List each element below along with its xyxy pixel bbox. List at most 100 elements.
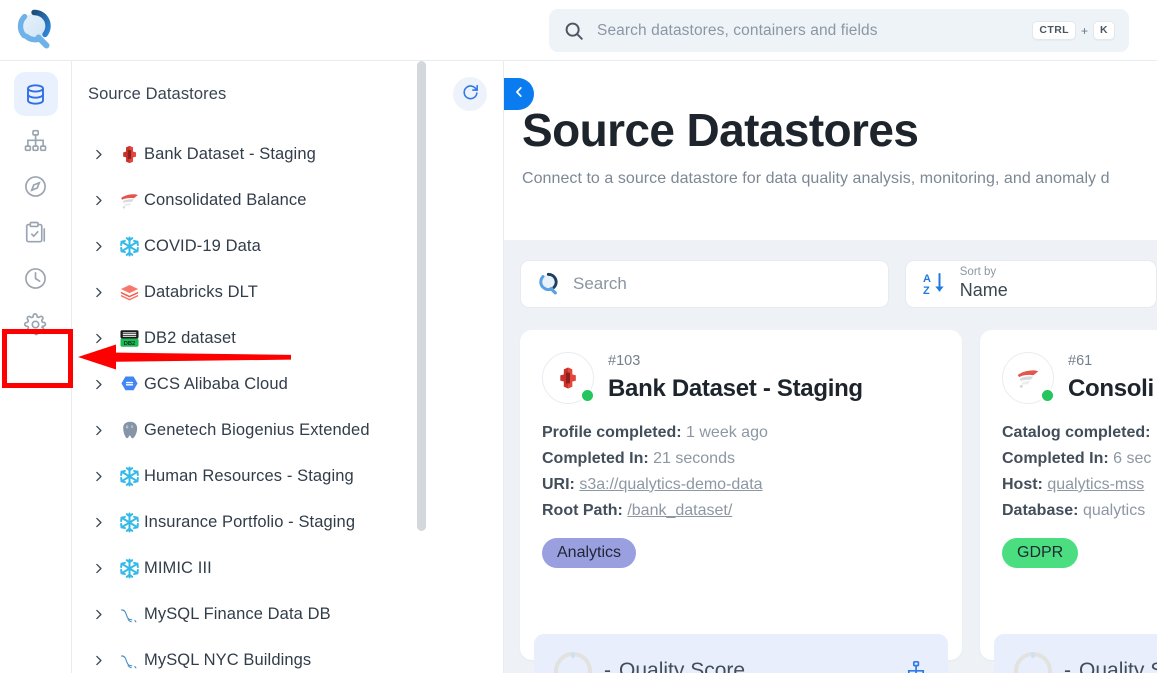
status-dot — [1040, 388, 1055, 403]
chevron-right-icon[interactable] — [92, 286, 114, 299]
meta-value: qualytics — [1082, 501, 1146, 519]
main-content: Source Datastores Connect to a source da… — [504, 61, 1157, 673]
card-meta-row: Root Path: /bank_dataset/ — [542, 498, 940, 524]
quality-score-bar[interactable]: - Quality S — [994, 634, 1157, 673]
tree-item-label: Databricks DLT — [144, 282, 258, 301]
tree-row[interactable]: COVID-19 Data — [72, 223, 503, 269]
tree-row[interactable]: MySQL NYC Buildings — [72, 637, 503, 673]
svg-text:Z: Z — [923, 285, 930, 297]
rail-item-containers[interactable] — [14, 118, 58, 162]
chevron-right-icon[interactable] — [92, 562, 114, 575]
chevron-right-icon[interactable] — [92, 654, 114, 667]
search-icon — [537, 271, 563, 297]
chevron-right-icon[interactable] — [92, 516, 114, 529]
databricks-icon — [114, 281, 144, 304]
tree-item-label: Bank Dataset - Staging — [144, 144, 316, 163]
meta-key: Host: — [1002, 475, 1043, 493]
card-tag[interactable]: GDPR — [1002, 537, 1079, 569]
tree-item-label: MySQL NYC Buildings — [144, 650, 312, 669]
refresh-icon — [461, 82, 480, 106]
chevron-right-icon[interactable] — [92, 194, 114, 207]
tree-header-actions — [453, 77, 487, 111]
tree-row[interactable]: Consolidated Balance — [72, 177, 503, 223]
rail-item-history[interactable] — [14, 256, 58, 300]
chevron-left-icon — [512, 85, 526, 104]
quality-score-bar[interactable]: - Quality Score — [534, 634, 948, 673]
sort-by-dropdown[interactable]: A Z Sort by Name — [904, 260, 1157, 308]
tree-row[interactable]: MIMIC III — [72, 545, 503, 591]
card-tag[interactable]: Analytics — [542, 537, 637, 569]
refresh-button[interactable] — [453, 77, 487, 111]
card-header: #61 Consoli — [1002, 352, 1157, 404]
meta-value-link[interactable]: /bank_dataset/ — [627, 502, 732, 519]
search-icon — [563, 20, 585, 42]
chevron-right-icon[interactable] — [92, 148, 114, 161]
tree-item-label: Genetech Biogenius Extended — [144, 420, 370, 439]
status-dot — [580, 388, 595, 403]
tree-row[interactable]: Genetech Biogenius Extended — [72, 407, 503, 453]
meta-key: URI: — [542, 475, 575, 493]
ibm-db2-icon: DB2 — [114, 327, 144, 350]
tree-row[interactable]: Databricks DLT — [72, 269, 503, 315]
meta-value: 21 seconds — [653, 449, 735, 467]
page-subtitle: Connect to a source datastore for data q… — [522, 170, 1110, 188]
main-header: Source Datastores Connect to a source da… — [504, 61, 1157, 239]
sort-value: Name — [959, 280, 1008, 301]
rail-item-settings[interactable] — [14, 302, 58, 346]
sort-caption: Sort by — [959, 266, 997, 279]
tree-row[interactable]: GCS Alibaba Cloud — [72, 361, 503, 407]
hierarchy-icon[interactable] — [904, 659, 928, 673]
key-k: K — [1093, 21, 1115, 40]
chevron-right-icon[interactable] — [92, 378, 114, 391]
snowflake-icon — [114, 557, 144, 580]
card-meta-row: URI: s3a://qualytics-demo-data — [542, 472, 940, 498]
card-name: Bank Dataset - Staging — [608, 374, 863, 402]
card-header: #103 Bank Dataset - Staging — [542, 352, 940, 404]
main-body: Search A Z Sort by Name #103 Bank Datase… — [504, 240, 1157, 673]
card-titles: #103 Bank Dataset - Staging — [608, 352, 863, 403]
tree-row[interactable]: Human Resources - Staging — [72, 453, 503, 499]
quality-score-value: - — [1064, 659, 1071, 673]
rail-item-datastores[interactable] — [13, 72, 58, 116]
tree-row[interactable]: MySQL Finance Data DB — [72, 591, 503, 637]
chevron-right-icon[interactable] — [92, 608, 114, 621]
tree-header: Source Datastores — [72, 61, 503, 127]
card-tags: Analytics — [542, 537, 940, 569]
meta-key: Root Path: — [542, 501, 623, 519]
tree-scrollbar[interactable] — [417, 61, 426, 531]
meta-key: Catalog completed: — [1002, 424, 1151, 441]
compass-icon — [23, 174, 48, 199]
card-avatar — [1002, 352, 1055, 404]
card-avatar — [542, 352, 595, 404]
database-icon — [23, 82, 48, 107]
tree-item-label: MySQL Finance Data DB — [144, 604, 331, 623]
chevron-right-icon[interactable] — [92, 332, 114, 345]
meta-key: Completed In: — [1002, 449, 1109, 467]
mysql-icon — [114, 603, 144, 626]
meta-value-link[interactable]: s3a://qualytics-demo-data — [579, 476, 762, 493]
chevron-right-icon[interactable] — [92, 470, 114, 483]
meta-value-link[interactable]: qualytics-mss — [1047, 476, 1144, 493]
main-controls: Search A Z Sort by Name — [520, 260, 1157, 308]
card-meta-row: Catalog completed: — [1002, 420, 1157, 446]
search-shortcut: CTRL + K — [1032, 21, 1115, 40]
datastore-search-input[interactable]: Search — [520, 260, 889, 308]
datastore-card[interactable]: #103 Bank Dataset - Staging Profile comp… — [520, 330, 962, 673]
card-meta-row: Host: qualytics-mss — [1002, 472, 1157, 498]
rail-item-checks[interactable] — [14, 210, 58, 254]
tree-row[interactable]: Insurance Portfolio - Staging — [72, 499, 503, 545]
snowflake-icon — [114, 511, 144, 534]
tree-row[interactable]: DB2 DB2 dataset — [72, 315, 503, 361]
tree-row[interactable]: Bank Dataset - Staging — [72, 131, 503, 177]
qualytics-logo[interactable] — [12, 6, 60, 54]
global-search-bar[interactable]: Search datastores, containers and fields… — [549, 9, 1129, 52]
chevron-right-icon[interactable] — [92, 424, 114, 437]
card-id: #61 — [1068, 353, 1093, 369]
clipboard-check-icon — [23, 220, 48, 245]
tree-item-label: Human Resources - Staging — [144, 466, 354, 485]
rail-item-explore[interactable] — [14, 164, 58, 208]
gear-icon — [23, 312, 48, 337]
datastore-card[interactable]: #61 Consoli Catalog completed: Completed… — [980, 330, 1157, 673]
chevron-right-icon[interactable] — [92, 240, 114, 253]
card-name: Consoli — [1068, 374, 1154, 402]
